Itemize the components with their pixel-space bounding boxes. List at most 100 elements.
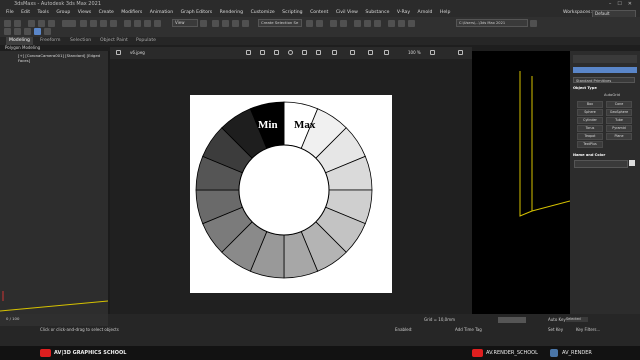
minimize-icon[interactable] <box>446 50 451 55</box>
select-by-name-icon[interactable] <box>90 20 97 27</box>
delete-icon[interactable] <box>274 50 279 55</box>
project-icon[interactable] <box>530 20 537 27</box>
material-editor-icon[interactable] <box>374 20 381 27</box>
window-controls[interactable]: –☐✕ <box>609 0 638 9</box>
menu-customize[interactable]: Customize <box>251 9 275 17</box>
displayed-image[interactable]: Min Max <box>190 95 392 293</box>
z-axis-constraint-icon[interactable] <box>24 28 31 35</box>
box-button[interactable]: Box <box>577 101 603 108</box>
window-crossing-icon[interactable] <box>110 20 117 27</box>
plane-button[interactable]: Plane <box>606 133 632 140</box>
print-icon[interactable] <box>316 50 321 55</box>
unlink-icon[interactable] <box>38 20 45 27</box>
set-key-button[interactable]: Set Key <box>548 327 563 332</box>
schematic-view-icon[interactable] <box>364 20 371 27</box>
menu-civil-view[interactable]: Civil View <box>336 9 358 17</box>
named-selection-sets-dropdown[interactable]: Create Selection Se <box>258 19 302 27</box>
add-time-tag[interactable]: Add Time Tag <box>455 327 482 332</box>
project-folder-dropdown[interactable]: C:\Users\...\3ds Max 2021 <box>456 19 528 27</box>
tab-populate[interactable]: Populate <box>136 37 156 45</box>
info-icon[interactable] <box>302 50 307 55</box>
pivot-center-icon[interactable] <box>200 20 207 27</box>
menu-modifiers[interactable]: Modifiers <box>121 9 142 17</box>
right-viewport[interactable] <box>472 51 570 314</box>
autogrid-checkbox[interactable]: AutoGrid <box>604 93 620 97</box>
expand-icon[interactable] <box>350 50 355 55</box>
time-slider[interactable]: 0 / 100 <box>0 314 108 326</box>
key-filters-button[interactable]: Key Filters... <box>576 327 600 332</box>
cone-button[interactable]: Cone <box>606 101 632 108</box>
selected-dropdown[interactable]: Selected <box>566 317 588 322</box>
auto-key-button[interactable]: Auto Key <box>548 317 566 322</box>
menu-vray[interactable]: V-Ray <box>397 9 410 17</box>
xy-plane-constraint-icon[interactable] <box>34 28 41 35</box>
layer-explorer-icon[interactable] <box>330 20 337 27</box>
spinner-snap-icon[interactable] <box>242 20 249 27</box>
rect-selection-icon[interactable] <box>100 20 107 27</box>
place-icon[interactable] <box>154 20 161 27</box>
menu-animation[interactable]: Animation <box>150 9 173 17</box>
menu-views[interactable]: Views <box>78 9 91 17</box>
geosphere-button[interactable]: GeoSphere <box>606 109 632 116</box>
render-setup-icon[interactable] <box>388 20 395 27</box>
textplus-button[interactable]: TextPlus <box>577 141 603 148</box>
create-category-icons[interactable] <box>573 67 637 73</box>
zoom-out-icon[interactable] <box>384 50 389 55</box>
link-icon[interactable] <box>28 20 35 27</box>
mirror-icon[interactable] <box>306 20 313 27</box>
playback-controls[interactable] <box>498 317 526 323</box>
menu-group[interactable]: Group <box>56 9 70 17</box>
rotate-icon[interactable] <box>134 20 141 27</box>
menu-edit[interactable]: Edit <box>21 9 30 17</box>
select-object-icon[interactable] <box>80 20 87 27</box>
undo-icon[interactable] <box>4 20 11 27</box>
x-axis-constraint-icon[interactable] <box>4 28 11 35</box>
rotate-image-icon[interactable] <box>260 50 265 55</box>
torus-button[interactable]: Torus <box>577 125 603 132</box>
object-color-swatch[interactable] <box>629 160 635 166</box>
reference-coordinate-dropdown[interactable]: View <box>172 19 198 27</box>
y-axis-constraint-icon[interactable] <box>14 28 21 35</box>
tube-button[interactable]: Tube <box>606 117 632 124</box>
angle-snap-icon[interactable] <box>222 20 229 27</box>
menu-tools[interactable]: Tools <box>38 9 49 17</box>
redo-icon[interactable] <box>14 20 21 27</box>
menu-rendering[interactable]: Rendering <box>220 9 243 17</box>
pyramid-button[interactable]: Pyramid <box>606 125 632 132</box>
primitives-dropdown[interactable]: Standard Primitives <box>573 77 635 83</box>
zoom-in-icon[interactable] <box>430 50 435 55</box>
menu-help[interactable]: Help <box>440 9 450 17</box>
percent-snap-icon[interactable] <box>232 20 239 27</box>
tab-selection[interactable]: Selection <box>70 37 91 45</box>
scale-icon[interactable] <box>144 20 151 27</box>
edit-icon[interactable] <box>246 50 251 55</box>
tab-object-paint[interactable]: Object Paint <box>100 37 128 45</box>
bind-space-warp-icon[interactable] <box>48 20 55 27</box>
menu-graph-editors[interactable]: Graph Editors <box>181 9 213 17</box>
teapot-button[interactable]: Teapot <box>577 133 603 140</box>
cylinder-button[interactable]: Cylinder <box>577 117 603 124</box>
menu-substance[interactable]: Substance <box>365 9 389 17</box>
object-type-header[interactable]: Object Type <box>573 86 597 90</box>
tab-modeling[interactable]: Modeling <box>6 37 33 45</box>
selection-filter-dropdown[interactable] <box>62 20 76 27</box>
menu-file[interactable]: File <box>6 9 14 17</box>
menu-scripting[interactable]: Scripting <box>282 9 302 17</box>
fit-window-icon[interactable] <box>368 50 373 55</box>
xz-plane-constraint-icon[interactable] <box>44 28 51 35</box>
curve-editor-icon[interactable] <box>354 20 361 27</box>
camera-viewport[interactable]: [+] [CoronaCamera001] [Standard] [Edged … <box>0 51 108 314</box>
sphere-button[interactable]: Sphere <box>577 109 603 116</box>
tab-freeform[interactable]: Freeform <box>40 37 60 45</box>
align-icon[interactable] <box>316 20 323 27</box>
render-production-icon[interactable] <box>408 20 415 27</box>
gallery-icon[interactable] <box>116 50 121 55</box>
menu-create[interactable]: Create <box>99 9 114 17</box>
menu-arnold[interactable]: Arnold <box>418 9 433 17</box>
menu-content[interactable]: Content <box>310 9 328 17</box>
object-name-input[interactable] <box>574 160 628 168</box>
name-and-color-header[interactable]: Name and Color <box>573 153 605 157</box>
more-options-icon[interactable] <box>332 50 337 55</box>
move-icon[interactable] <box>124 20 131 27</box>
toggle-ribbon-icon[interactable] <box>340 20 347 27</box>
